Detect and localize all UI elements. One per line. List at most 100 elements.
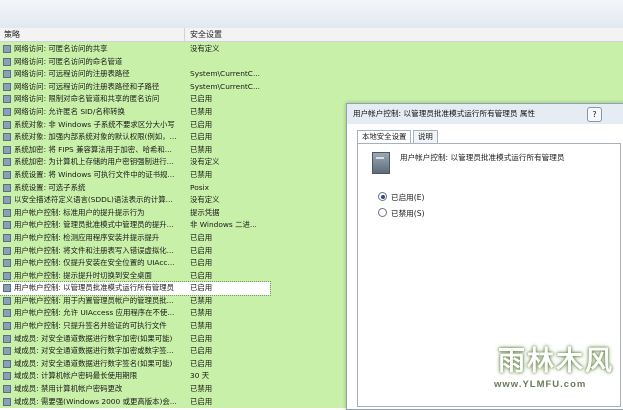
policy-name-cell: 网络访问: 可匿名访问的命名管道 [14, 56, 123, 66]
policy-icon [3, 120, 11, 129]
policy-icon [3, 246, 11, 255]
policy-setting-cell: 已启用 [190, 245, 213, 255]
policy-setting-cell: 提示凭据 [190, 207, 220, 217]
policy-setting-cell: 没有定义 [190, 195, 220, 205]
policy-setting-cell: 已禁用 [190, 321, 213, 331]
table-row[interactable]: 域成员: 对安全通道数据进行数字签名(如果可能) 已启用 [0, 358, 270, 371]
policy-setting-cell: 已禁用 [190, 106, 213, 116]
table-row[interactable]: 网络访问: 可远程访问的注册表路径和子路径 System\CurrentC... [0, 81, 270, 94]
table-row[interactable]: 系统对象: 加强内部系统对象的默认权限(例如，... 已启用 [0, 131, 270, 144]
table-row[interactable]: 域成员: 对安全通道数据进行数字加密(如果可能) 已启用 [0, 333, 270, 346]
policy-name-cell: 用户帐户控制: 仅提升安装在安全位置的 UIAcc... [14, 258, 175, 268]
policy-name-cell: 用户帐户控制: 用于内置管理员帐户的管理员批... [14, 295, 174, 305]
watermark-logo-text: 雨林木风 [498, 346, 614, 377]
policy-icon [3, 347, 11, 356]
table-row[interactable]: 用户帐户控制: 管理员批准模式中管理员的提升... 非 Windows 二进... [0, 219, 270, 232]
tab-explain[interactable]: 说明 [413, 130, 438, 143]
policy-name-cell: 系统加密: 为计算机上存储的用户密钥强制进行... [14, 157, 174, 167]
policy-setting-cell: 已禁用 [190, 308, 213, 318]
window-toolbar [0, 0, 623, 29]
table-row[interactable]: 域成员: 计算机帐户密码最长使用期限 30 天 [0, 370, 270, 383]
table-row[interactable]: 用户帐户控制: 检测应用程序安装并提示提升 已启用 [0, 232, 270, 245]
computer-policy-icon [372, 152, 390, 174]
policy-setting-cell: 已启用 [190, 232, 213, 242]
table-row[interactable]: 系统加密: 将 FIPS 兼容算法用于加密、哈希和... 已禁用 [0, 144, 270, 157]
policy-icon [3, 259, 11, 268]
policy-icon [3, 82, 11, 91]
policy-icon [3, 296, 11, 305]
table-row[interactable]: 用户帐户控制: 允许 UIAccess 应用程序在不使... 已禁用 [0, 307, 270, 320]
policy-setting-cell: 没有定义 [190, 157, 220, 167]
policy-name-cell: 网络访问: 可远程访问的注册表路径和子路径 [14, 81, 160, 91]
table-row[interactable]: 网络访问: 可匿名访问的命名管道 [0, 56, 270, 69]
table-row[interactable]: 网络访问: 允许匿名 SID/名称转换 已禁用 [0, 106, 270, 119]
policy-icon [3, 309, 11, 318]
radio-enabled-label: 已启用(E) [391, 193, 425, 202]
policy-name-cell: 系统对象: 非 Windows 子系统不要求区分大小写 [14, 119, 175, 129]
policy-name-cell: 用户帐户控制: 管理员批准模式中管理员的提升... [14, 220, 174, 230]
policy-name-cell: 系统对象: 加强内部系统对象的默认权限(例如，... [14, 132, 177, 142]
policy-setting-cell: 已禁用 [190, 384, 213, 394]
policy-icon [3, 145, 11, 154]
policy-icon [3, 133, 11, 142]
policy-name-cell: 用户帐户控制: 以管理员批准模式运行所有管理员 [14, 283, 175, 293]
table-row[interactable]: 域成员: 禁用计算机帐户密码更改 已禁用 [0, 383, 270, 396]
table-row[interactable]: 系统加密: 为计算机上存储的用户密钥强制进行... 没有定义 [0, 156, 270, 169]
table-row[interactable]: 用户帐户控制: 仅提升安装在安全位置的 UIAcc... 已启用 [0, 257, 270, 270]
table-row[interactable]: 用户帐户控制: 标准用户的提升提示行为 提示凭据 [0, 207, 270, 220]
radio-dot-icon [378, 208, 387, 217]
radio-disabled[interactable]: 已禁用(S) [378, 208, 425, 219]
policy-icon [3, 372, 11, 381]
table-row[interactable]: 系统设置: 将 Windows 可执行文件中的证书规... 已禁用 [0, 169, 270, 182]
table-row[interactable]: 系统设置: 可选子系统 Posix [0, 182, 270, 195]
table-row[interactable]: 以安全描述符定义语言(SDDL)语法表示的计算... 没有定义 [0, 194, 270, 207]
radio-enabled[interactable]: 已启用(E) [378, 192, 425, 203]
policy-setting-cell: 已禁用 [190, 144, 213, 154]
policy-name-cell: 域成员: 禁用计算机帐户密码更改 [14, 384, 123, 394]
policy-setting-cell: 已启用 [190, 94, 213, 104]
policy-name-cell: 以安全描述符定义语言(SDDL)语法表示的计算... [14, 195, 173, 205]
policy-setting-cell: 已启用 [190, 283, 213, 293]
table-row[interactable]: 网络访问: 可远程访问的注册表路径 System\CurrentC... [0, 68, 270, 81]
table-row[interactable]: 网络访问: 可匿名访问的共享 没有定义 [0, 43, 270, 56]
table-row[interactable]: 系统对象: 非 Windows 子系统不要求区分大小写 已启用 [0, 119, 270, 132]
policy-setting-cell: 已禁用 [190, 169, 213, 179]
table-row[interactable]: 域成员: 对安全通道数据进行数字加密或数字签... 已启用 [0, 345, 270, 358]
column-header-setting[interactable]: 安全设置 [190, 28, 222, 41]
table-row[interactable]: 网络访问: 限制对命名管道和共享的匿名访问 已启用 [0, 93, 270, 106]
policy-name-cell: 域成员: 对安全通道数据进行数字加密(如果可能) [14, 333, 173, 343]
policy-setting-cell: 已启用 [190, 132, 213, 142]
policy-icon [3, 359, 11, 368]
table-row[interactable]: 域成员: 需要强(Windows 2000 或更高版本)会... 已启用 [0, 396, 270, 409]
policy-icon [3, 334, 11, 343]
tab-local-security-setting[interactable]: 本地安全设置 [357, 130, 412, 144]
table-row[interactable]: 用户帐户控制: 只提升签名并验证的可执行文件 已禁用 [0, 320, 270, 333]
policy-icon [3, 45, 11, 53]
policy-icon [3, 221, 11, 230]
policy-icon [3, 183, 11, 192]
policy-name-cell: 域成员: 对安全通道数据进行数字加密或数字签... [14, 346, 174, 356]
policy-setting-cell: 已启用 [190, 333, 213, 343]
policy-icon [3, 170, 11, 179]
table-row[interactable]: 用户帐户控制: 用于内置管理员帐户的管理员批... 已禁用 [0, 295, 270, 308]
policy-name-cell: 系统设置: 将 Windows 可执行文件中的证书规... [14, 169, 175, 179]
policy-icon [3, 107, 11, 116]
policy-setting-cell: 已启用 [190, 396, 213, 406]
table-row[interactable]: 用户帐户控制: 将文件和注册表写入错误虚拟化... 已启用 [0, 245, 270, 258]
radio-disabled-label: 已禁用(S) [391, 209, 425, 218]
help-button[interactable]: ? [587, 107, 602, 122]
policy-icon [3, 284, 11, 293]
table-row[interactable]: 用户帐户控制: 提示提升时切换到安全桌面 已启用 [0, 270, 270, 283]
policy-name-cell: 网络访问: 限制对命名管道和共享的匿名访问 [14, 94, 160, 104]
table-row[interactable]: 用户帐户控制: 以管理员批准模式运行所有管理员 已启用 [0, 281, 271, 296]
policy-setting-cell: 已启用 [190, 258, 213, 268]
policy-setting-cell: 已启用 [190, 270, 213, 280]
policy-icon [3, 385, 11, 394]
policy-icon [3, 233, 11, 242]
policy-icon [3, 271, 11, 280]
policy-setting-cell: 已启用 [190, 119, 213, 129]
policy-icon [3, 208, 11, 217]
dialog-title: 用户帐户控制: 以管理员批准模式运行所有管理员 属性 [347, 104, 623, 124]
policy-icon [3, 322, 11, 331]
column-header-policy[interactable]: 策略 [4, 28, 185, 41]
